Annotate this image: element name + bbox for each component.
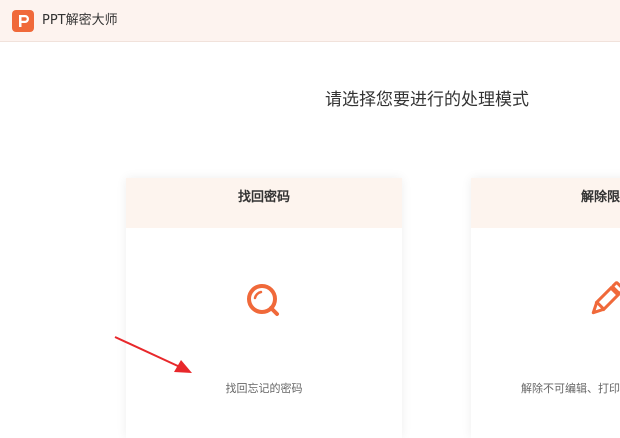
card-title: 找回密码 bbox=[237, 190, 290, 205]
mode-card-recover-password[interactable]: 找回密码 找回忘记的密码 bbox=[126, 178, 402, 438]
card-description: 找回忘记的密码 bbox=[225, 382, 303, 395]
app-title: PPT解密大师 bbox=[42, 13, 118, 28]
card-description: 解除不可编辑、打印 bbox=[521, 382, 620, 395]
red-arrow-icon bbox=[114, 336, 192, 373]
mode-card-remove-restrictions[interactable]: 解除限 解除不可编辑、打印 bbox=[471, 178, 620, 438]
title-bar: PPT解密大师 bbox=[0, 0, 620, 42]
page-heading: 请选择您要进行的处理模式 bbox=[325, 90, 529, 110]
magnifier-icon bbox=[247, 284, 279, 316]
card-title: 解除限 bbox=[581, 190, 620, 205]
pencil-icon bbox=[591, 281, 620, 315]
ppt-logo-icon bbox=[12, 10, 34, 32]
